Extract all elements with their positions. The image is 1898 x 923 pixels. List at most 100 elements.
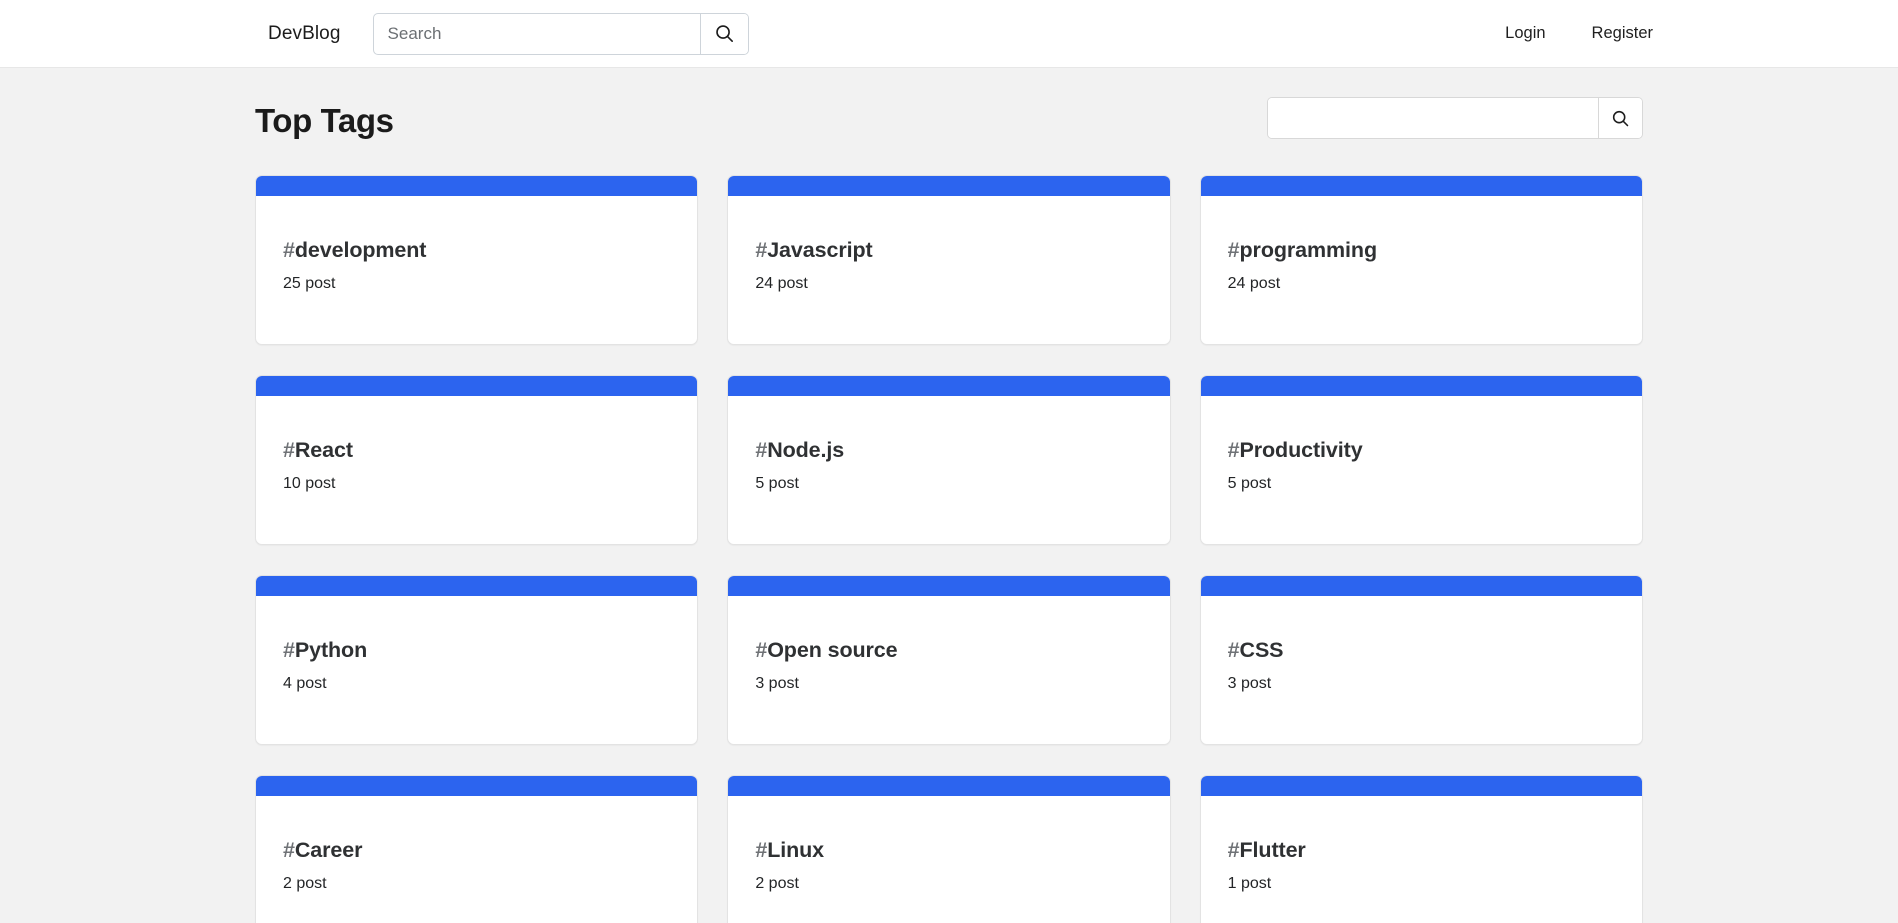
tag-card-accent-band	[1200, 376, 1642, 396]
tag-label: Open source	[767, 638, 898, 662]
tag-card-body: #programming 24 post	[1201, 196, 1642, 344]
site-header: DevBlog Login Register	[0, 0, 1898, 68]
tag-post-count: 3 post	[755, 674, 799, 692]
tag-label: Flutter	[1239, 838, 1306, 862]
tag-hash-symbol: #	[1227, 638, 1240, 662]
tag-card-body: #React 10 post	[256, 396, 697, 544]
tag-post-count: 2 post	[755, 874, 799, 892]
tag-card-body: #Open source 3 post	[728, 596, 1169, 744]
tag-card-body: #Flutter 1 post	[1201, 796, 1642, 923]
tag-name: #React	[283, 438, 670, 462]
tag-search-input[interactable]	[1268, 98, 1598, 138]
tag-card[interactable]: #programming 24 post	[1199, 175, 1643, 345]
tag-post-count: 5 post	[755, 474, 799, 492]
tag-card-accent-band	[256, 576, 698, 596]
tag-hash-symbol: #	[1227, 438, 1240, 462]
tag-card[interactable]: #Open source 3 post	[727, 575, 1171, 745]
tag-name: #Node.js	[755, 438, 1142, 462]
header-search-input[interactable]	[373, 13, 700, 54]
tag-card-body: #Javascript 24 post	[728, 196, 1169, 344]
tag-card-accent-band	[256, 376, 698, 396]
header-search-form	[372, 12, 749, 55]
tag-card-accent-band	[1200, 576, 1642, 596]
tag-name: #development	[283, 238, 670, 262]
tag-post-count: 24 post	[755, 274, 808, 292]
tag-card[interactable]: #Productivity 5 post	[1199, 375, 1643, 545]
tag-card[interactable]: #React 10 post	[255, 375, 699, 545]
page-title: Top Tags	[255, 102, 394, 140]
tag-card-body: #CSS 3 post	[1201, 596, 1642, 744]
header-search-button[interactable]	[699, 13, 748, 54]
tag-hash-symbol: #	[755, 238, 768, 262]
tag-card[interactable]: #Node.js 5 post	[727, 375, 1171, 545]
tag-card-accent-band	[728, 576, 1170, 596]
tag-name: #Linux	[755, 838, 1142, 862]
tag-name: #programming	[1227, 238, 1615, 262]
tag-label: Javascript	[767, 238, 873, 262]
page-header-row: Top Tags	[255, 68, 1643, 142]
tag-card-body: #Python 4 post	[256, 596, 697, 744]
tag-card-accent-band	[728, 176, 1170, 196]
tag-name: #CSS	[1227, 638, 1615, 662]
tag-card-accent-band	[728, 776, 1170, 796]
tag-hash-symbol: #	[755, 438, 768, 462]
header-nav-links: Login Register	[1488, 16, 1898, 51]
tag-card[interactable]: #development 25 post	[255, 175, 699, 345]
tag-card-grid: #development 25 post #Javascript 24 post…	[255, 175, 1643, 923]
tag-card[interactable]: #Flutter 1 post	[1199, 775, 1643, 923]
tag-label: programming	[1239, 238, 1378, 262]
tag-label: Python	[294, 638, 368, 662]
tag-post-count: 4 post	[283, 674, 327, 692]
tag-post-count: 10 post	[283, 474, 336, 492]
tag-search-form	[1267, 97, 1643, 139]
tag-card-body: #development 25 post	[256, 196, 697, 344]
tag-hash-symbol: #	[283, 438, 295, 462]
tag-card-accent-band	[256, 176, 698, 196]
tag-hash-symbol: #	[755, 838, 768, 862]
tag-hash-symbol: #	[1227, 838, 1240, 862]
tag-name: #Python	[283, 638, 670, 662]
tag-card[interactable]: #Career 2 post	[255, 775, 699, 923]
tag-label: CSS	[1239, 638, 1284, 662]
tag-card-accent-band	[728, 376, 1170, 396]
tag-card[interactable]: #Javascript 24 post	[727, 175, 1171, 345]
brand-logo[interactable]: DevBlog	[268, 23, 341, 45]
tag-label: React	[294, 438, 353, 462]
tag-post-count: 25 post	[283, 274, 336, 292]
tag-label: Career	[294, 838, 363, 862]
tag-card-body: #Career 2 post	[256, 796, 697, 923]
tag-name: #Productivity	[1227, 438, 1615, 462]
tag-card-body: #Productivity 5 post	[1201, 396, 1642, 544]
tag-card-body: #Node.js 5 post	[728, 396, 1169, 544]
tag-label: Node.js	[767, 438, 845, 462]
search-icon	[1610, 108, 1631, 129]
tag-card[interactable]: #CSS 3 post	[1199, 575, 1643, 745]
tag-search-button[interactable]	[1598, 98, 1642, 138]
search-icon	[713, 22, 736, 45]
main-content: Top Tags #development 25 post #Javascrip…	[0, 68, 1898, 923]
tag-label: Linux	[767, 838, 825, 862]
tag-hash-symbol: #	[283, 238, 295, 262]
tag-card-body: #Linux 2 post	[728, 796, 1169, 923]
nav-link-login[interactable]: Login	[1488, 16, 1562, 51]
tag-name: #Javascript	[755, 238, 1142, 262]
tag-hash-symbol: #	[755, 638, 768, 662]
tag-name: #Career	[283, 838, 670, 862]
tag-post-count: 24 post	[1227, 274, 1281, 292]
tag-post-count: 2 post	[283, 874, 327, 892]
tag-name: #Open source	[755, 638, 1142, 662]
tag-hash-symbol: #	[283, 638, 295, 662]
nav-link-register[interactable]: Register	[1575, 16, 1670, 51]
tag-card-accent-band	[1200, 176, 1642, 196]
tag-post-count: 5 post	[1227, 474, 1272, 492]
tag-card-accent-band	[1200, 776, 1642, 796]
tag-card[interactable]: #Linux 2 post	[727, 775, 1171, 923]
tag-label: development	[294, 238, 427, 262]
tag-post-count: 3 post	[1227, 674, 1272, 692]
tag-card-accent-band	[256, 776, 698, 796]
tag-card[interactable]: #Python 4 post	[255, 575, 699, 745]
tag-hash-symbol: #	[1227, 238, 1240, 262]
tag-hash-symbol: #	[283, 838, 295, 862]
tag-label: Productivity	[1239, 438, 1363, 462]
tag-post-count: 1 post	[1227, 874, 1272, 892]
